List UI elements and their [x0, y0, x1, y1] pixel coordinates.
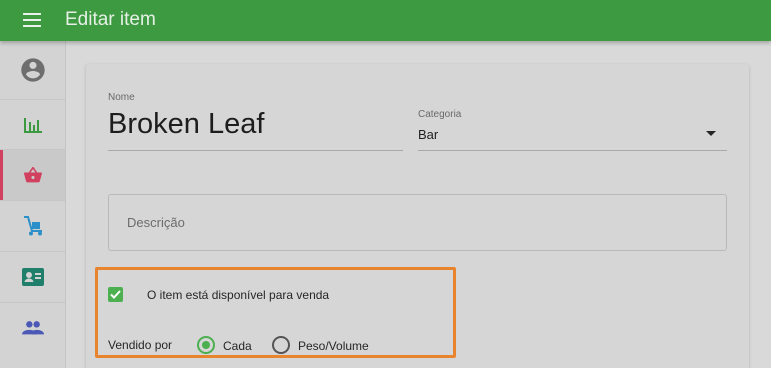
sold-by-label: Vendido por	[108, 338, 173, 352]
sidebar-item-customers[interactable]	[0, 252, 65, 302]
bar-chart-icon	[23, 118, 42, 133]
shopping-basket-icon	[23, 166, 42, 183]
app-bar: Editar item	[0, 0, 771, 41]
sidebar-item-employees[interactable]	[0, 303, 65, 353]
hand-truck-icon	[23, 216, 42, 236]
contact-card-icon	[21, 268, 44, 286]
account-circle-icon	[20, 58, 45, 82]
sidebar	[0, 41, 66, 368]
radio-each-label: Cada	[223, 339, 252, 353]
radio-weight-volume-label: Peso/Volume	[298, 339, 369, 353]
sidebar-item-reports[interactable]	[0, 100, 65, 150]
description-placeholder: Descrição	[127, 215, 185, 230]
radio-weight-volume[interactable]	[272, 336, 290, 354]
page-title: Editar item	[65, 9, 156, 30]
category-underline	[418, 150, 727, 151]
sidebar-item-items[interactable]	[0, 150, 65, 200]
available-checkbox[interactable]	[108, 287, 123, 302]
menu-icon[interactable]	[23, 13, 41, 27]
people-icon	[21, 321, 44, 335]
name-underline	[108, 150, 403, 151]
name-label: Nome	[108, 92, 135, 103]
available-label: O item está disponível para venda	[147, 288, 330, 302]
description-field[interactable]: Descrição	[108, 194, 727, 251]
category-label: Categoria	[418, 109, 462, 120]
name-input[interactable]: Broken Leaf	[108, 108, 264, 141]
radio-each[interactable]	[197, 336, 215, 354]
category-select[interactable]: Bar	[418, 127, 438, 142]
check-icon	[110, 290, 121, 299]
sidebar-item-account[interactable]	[0, 45, 65, 95]
sidebar-item-inventory[interactable]	[0, 201, 65, 251]
chevron-down-icon[interactable]	[706, 131, 716, 136]
